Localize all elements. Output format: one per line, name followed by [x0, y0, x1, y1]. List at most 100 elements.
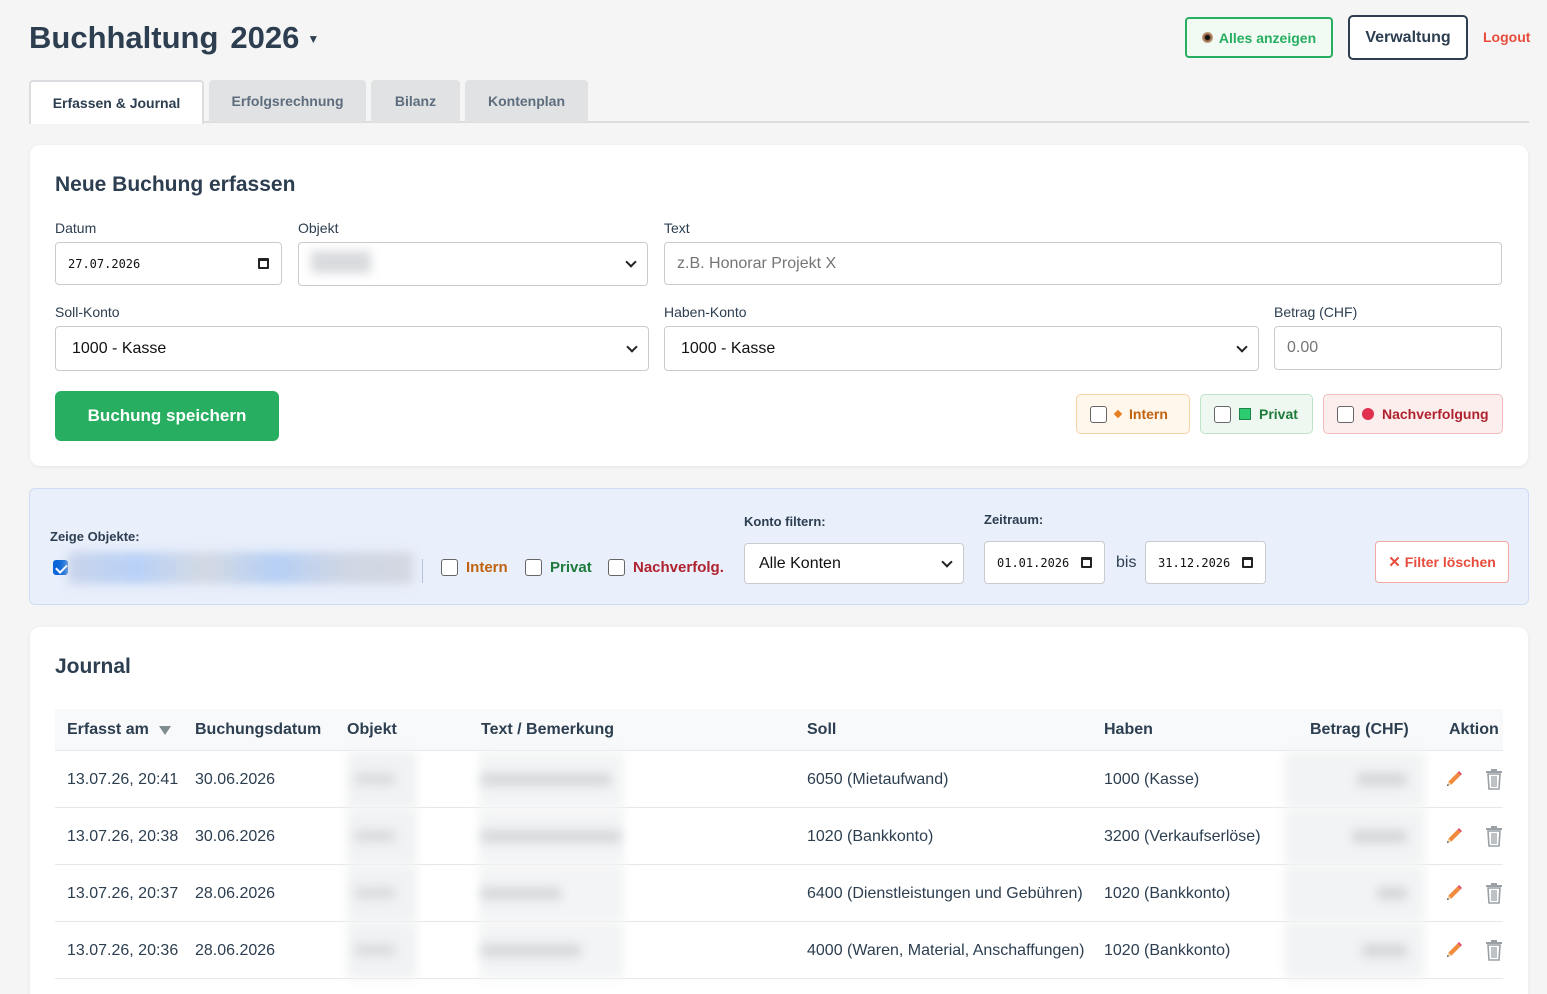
checkbox[interactable]	[1214, 405, 1231, 423]
checkbox[interactable]	[441, 559, 458, 576]
delete-trash-icon[interactable]	[1484, 882, 1504, 904]
period-to-label: bis	[1116, 554, 1137, 571]
cell-amount-value-redacted	[1377, 887, 1407, 900]
objects-filter-label: Zeige Objekte:	[50, 529, 140, 544]
col-debit[interactable]: Soll	[807, 709, 836, 751]
edit-pencil-icon[interactable]	[1444, 940, 1464, 960]
tab-bilanz[interactable]: Bilanz	[371, 80, 460, 122]
cell-object-text-redacted	[355, 944, 395, 956]
filter-privat-label: Privat	[550, 559, 592, 576]
delete-trash-icon[interactable]	[1484, 939, 1504, 961]
cell-created: 13.07.26, 20:36	[67, 941, 179, 959]
tab-kontenplan[interactable]: Kontenplan	[465, 80, 588, 122]
clear-filter-button[interactable]: ✕ Filter löschen	[1375, 541, 1509, 583]
flag-privat-checkbox[interactable]: Privat	[1200, 394, 1313, 434]
cell-text-content-redacted	[481, 887, 561, 900]
cell-credit: 1000 (Kasse)	[1104, 770, 1200, 788]
edit-pencil-icon[interactable]	[1444, 826, 1464, 846]
date-field[interactable]: 27.07.2026	[55, 242, 282, 285]
cell-object-text-redacted	[355, 887, 395, 899]
new-entry-title: Neue Buchung erfassen	[55, 173, 296, 196]
debit-account-select[interactable]: 1000 - Kasse	[55, 326, 649, 371]
amount-placeholder: 0.00	[1287, 339, 1319, 356]
period-from-value: 01.01.2026	[997, 555, 1070, 570]
table-row: 13.07.26, 20:41 30.06.2026 6050 (Mietaufwa…	[55, 751, 1503, 808]
checkbox[interactable]	[1090, 405, 1107, 423]
account-filter-label: Konto filtern:	[744, 514, 826, 529]
app-title[interactable]: Buchhaltung 2026 ▼	[29, 20, 319, 56]
cell-booking-date: 28.06.2026	[195, 884, 276, 902]
flag-privat-label: Privat	[1259, 406, 1298, 422]
flag-followup-checkbox[interactable]: Nachverfolgung	[1323, 394, 1503, 434]
col-credit[interactable]: Haben	[1104, 709, 1153, 751]
filter-privat-checkbox[interactable]: Privat	[525, 559, 592, 576]
delete-trash-icon[interactable]	[1484, 768, 1504, 790]
account-filter-value: Alle Konten	[759, 554, 841, 572]
filter-followup-label: Nachverfolg.	[633, 559, 724, 576]
sort-desc-icon[interactable]	[158, 725, 171, 735]
cell-credit: 1020 (Bankkonto)	[1104, 941, 1231, 959]
delete-trash-icon[interactable]	[1484, 825, 1504, 847]
date-value: 27.07.2026	[68, 256, 141, 271]
object-select[interactable]	[298, 242, 648, 286]
debit-account-value: 1000 - Kasse	[72, 339, 167, 357]
edit-pencil-icon[interactable]	[1444, 883, 1464, 903]
cell-object-text-redacted	[355, 773, 395, 785]
credit-account-value: 1000 - Kasse	[681, 339, 776, 357]
cell-text-content-redacted	[481, 830, 621, 843]
flag-intern-checkbox[interactable]: Intern	[1076, 394, 1190, 434]
logout-link[interactable]: Logout	[1483, 29, 1530, 45]
period-to-value: 31.12.2026	[1158, 555, 1231, 570]
flag-intern-label: Intern	[1129, 406, 1168, 422]
amount-input[interactable]: 0.00	[1274, 326, 1502, 370]
col-amount[interactable]: Betrag (CHF)	[1310, 709, 1409, 751]
col-text[interactable]: Text / Bemerkung	[481, 709, 614, 751]
filter-intern-checkbox[interactable]: Intern	[441, 559, 508, 576]
text-placeholder: z.B. Honorar Projekt X	[677, 254, 837, 272]
calendar-icon[interactable]	[258, 258, 269, 269]
cell-text-content-redacted	[481, 944, 581, 957]
admin-button[interactable]: Verwaltung	[1348, 15, 1468, 60]
amount-label: Betrag (CHF)	[1274, 304, 1358, 320]
credit-account-select[interactable]: 1000 - Kasse	[664, 326, 1259, 371]
cell-amount-value-redacted	[1352, 830, 1407, 843]
chevron-down-icon	[1236, 340, 1248, 353]
cell-credit: 1020 (Bankkonto)	[1104, 884, 1231, 902]
calendar-icon[interactable]	[1081, 557, 1092, 568]
col-created[interactable]: Erfasst am	[67, 709, 171, 751]
edit-pencil-icon[interactable]	[1444, 769, 1464, 789]
cell-created: 13.07.26, 20:41	[67, 770, 179, 788]
green-square-icon	[1239, 408, 1251, 420]
chevron-down-icon[interactable]: ▼	[307, 32, 319, 46]
col-object[interactable]: Objekt	[347, 709, 397, 751]
credit-label: Haben-Konto	[664, 304, 747, 320]
checkbox[interactable]	[525, 559, 542, 576]
tab-erfolgsrechnung[interactable]: Erfolgsrechnung	[209, 80, 366, 122]
cell-booking-date: 30.06.2026	[195, 770, 276, 788]
object-value-redacted	[311, 250, 621, 278]
separator	[422, 559, 423, 583]
show-all-button[interactable]: Alles anzeigen	[1185, 17, 1333, 58]
filter-intern-label: Intern	[466, 559, 508, 576]
period-label: Zeitraum:	[984, 512, 1044, 527]
cell-debit: 6400 (Dienstleistungen und Gebühren)	[807, 884, 1083, 902]
period-to-field[interactable]: 31.12.2026	[1145, 541, 1266, 584]
clear-filter-label: Filter löschen	[1404, 554, 1496, 570]
object-checkbox[interactable]	[53, 560, 68, 575]
cell-amount-value-redacted	[1357, 773, 1407, 786]
period-from-field[interactable]: 01.01.2026	[984, 541, 1105, 584]
checkbox[interactable]	[1337, 405, 1354, 423]
col-booking-date[interactable]: Buchungsdatum	[195, 709, 321, 751]
year-selector[interactable]: 2026	[230, 20, 299, 56]
flag-followup-label: Nachverfolgung	[1382, 406, 1489, 422]
cell-object-text-redacted	[355, 830, 395, 842]
filter-followup-checkbox[interactable]: Nachverfolg.	[608, 559, 724, 576]
save-button[interactable]: Buchung speichern	[55, 391, 279, 441]
checkbox[interactable]	[608, 559, 625, 576]
text-input[interactable]: z.B. Honorar Projekt X	[664, 242, 1502, 285]
tab-erfassen-journal[interactable]: Erfassen & Journal	[29, 80, 204, 124]
calendar-icon[interactable]	[1242, 557, 1253, 568]
chevron-down-icon	[941, 555, 953, 568]
table-row: 13.07.26, 20:36 28.06.2026 4000 (Waren, Ma…	[55, 922, 1503, 979]
account-filter-select[interactable]: Alle Konten	[744, 543, 964, 584]
